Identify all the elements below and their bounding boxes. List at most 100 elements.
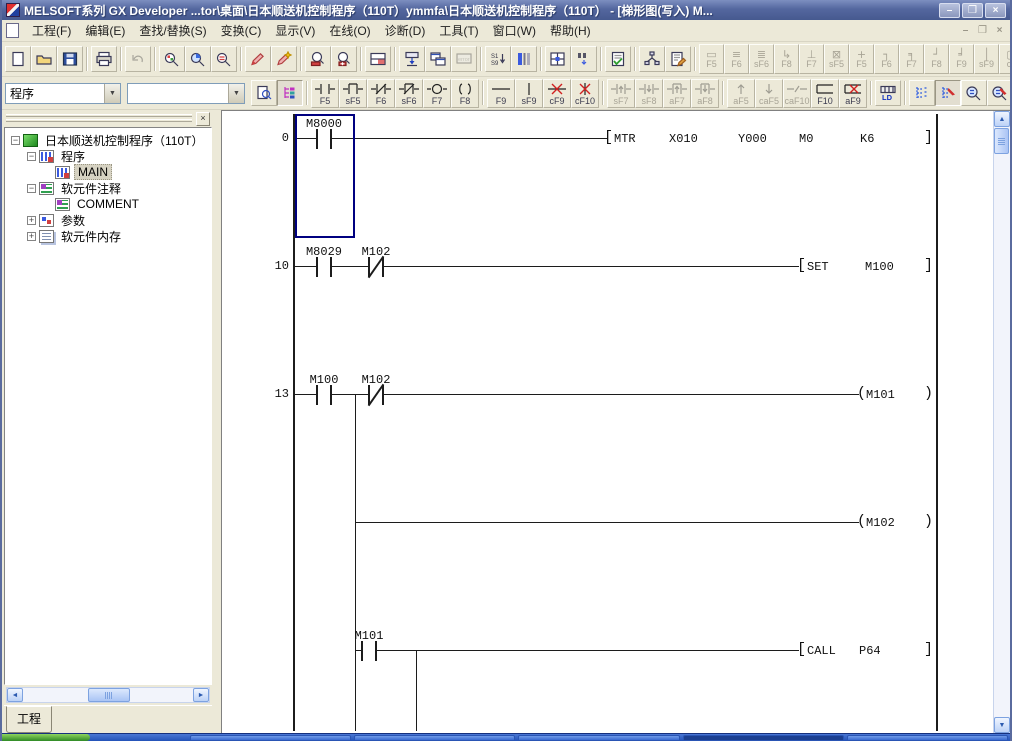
write-to-plc-button[interactable] (399, 46, 425, 72)
ladder-mark-add-button[interactable] (271, 46, 297, 72)
closed-contact-parallel-button[interactable]: sF6 (395, 79, 423, 108)
taskbar-button[interactable] (190, 735, 351, 741)
erase-line-button[interactable]: aF9 (839, 79, 867, 108)
scroll-up-icon[interactable]: ▲ (994, 111, 1010, 127)
tree-item[interactable]: −程序 (5, 148, 211, 164)
panel-splitter[interactable] (214, 110, 221, 733)
application-instruction-button[interactable]: F8 (451, 79, 479, 108)
child-close-button[interactable]: × (991, 25, 1008, 36)
panel-grip[interactable]: × (6, 112, 210, 127)
collapse-icon[interactable]: − (11, 136, 20, 145)
child-minimize-button[interactable]: – (957, 25, 974, 36)
vscroll-thumb[interactable] (994, 128, 1009, 154)
scroll-down-icon[interactable]: ▼ (994, 717, 1010, 733)
monitor-mode-button[interactable] (961, 80, 987, 106)
save-project-button[interactable] (57, 46, 83, 72)
horizontal-line-button[interactable]: F9 (487, 79, 515, 108)
taskbar-button[interactable] (354, 735, 515, 741)
menu-item-5[interactable]: 在线(O) (322, 19, 377, 42)
combo-arrow-icon[interactable]: ▼ (104, 84, 120, 103)
close-button[interactable]: × (985, 3, 1006, 18)
menu-item-6[interactable]: 诊断(D) (378, 19, 433, 42)
taskbar-button-active[interactable] (683, 735, 844, 741)
delete-horizontal-line-button[interactable]: cF9 (543, 79, 571, 108)
collapse-icon[interactable]: − (27, 152, 36, 161)
child-restore-button[interactable]: ❐ (974, 25, 991, 36)
taskbar-button[interactable] (518, 735, 679, 741)
ladder-view[interactable]: 0 M8000 [ MTR X010 Y000 M0 K6 ] 10 M8029… (221, 110, 1010, 733)
contact-M102-nc[interactable] (368, 257, 384, 277)
scroll-right-icon[interactable]: ► (193, 688, 209, 702)
find-instruction-button[interactable] (185, 46, 211, 72)
program-type-combo[interactable]: 程序 ▼ (5, 83, 121, 104)
find-string-button[interactable] (211, 46, 237, 72)
hscroll-thumb[interactable] (88, 688, 130, 702)
tree-item[interactable]: −日本顺送机控制程序（110T） (5, 132, 211, 148)
read-mode-button[interactable] (909, 80, 935, 106)
cascade-windows-button[interactable] (425, 46, 451, 72)
coil-button[interactable]: F7 (423, 79, 451, 108)
expand-icon[interactable]: + (27, 216, 36, 225)
ladder-vscrollbar[interactable]: ▲ ▼ (993, 111, 1010, 733)
menu-item-4[interactable]: 显示(V) (268, 19, 322, 42)
monitor-write-mode-button[interactable] (987, 80, 1010, 106)
open-contact-button[interactable]: F5 (311, 79, 339, 108)
split-window-button[interactable] (365, 46, 391, 72)
menu-item-9[interactable]: 帮助(H) (543, 19, 598, 42)
delete-vertical-line-button[interactable]: cF10 (571, 79, 599, 108)
project-tree-toggle-button[interactable] (277, 80, 303, 106)
contact-M102-nc[interactable] (368, 385, 384, 405)
menu-item-3[interactable]: 变换(C) (214, 19, 269, 42)
open-contact-parallel-button[interactable]: sF5 (339, 79, 367, 108)
write-mode-button[interactable] (935, 80, 961, 106)
tree-item[interactable]: MAIN (5, 164, 211, 180)
menu-item-0[interactable]: 工程(F) (25, 19, 78, 42)
combo-arrow-icon[interactable]: ▼ (228, 84, 244, 103)
open-project-button[interactable] (31, 46, 57, 72)
menu-item-7[interactable]: 工具(T) (432, 19, 485, 42)
closed-contact-button[interactable]: F6 (367, 79, 395, 108)
tree-item[interactable]: −软元件注释 (5, 180, 211, 196)
coil-close: ) (924, 386, 933, 402)
contact-M100[interactable] (316, 385, 332, 405)
contact-M101[interactable] (361, 641, 377, 661)
draw-line-button[interactable]: F10 (811, 79, 839, 108)
taskbar-button[interactable] (847, 735, 1008, 741)
tree-write-icon (939, 85, 957, 101)
zoom-in-button[interactable] (331, 46, 357, 72)
print-button[interactable] (91, 46, 117, 72)
minimize-button[interactable]: – (939, 3, 960, 18)
vertical-line-button[interactable]: sF9 (515, 79, 543, 108)
expand-icon[interactable]: + (27, 232, 36, 241)
menu-item-1[interactable]: 编辑(E) (78, 19, 132, 42)
program-check-button[interactable] (605, 46, 631, 72)
tree-item[interactable]: +软元件内存 (5, 228, 211, 244)
scroll-left-icon[interactable]: ◄ (7, 688, 23, 702)
comment-edit-button[interactable] (665, 46, 691, 72)
ladder-logic-test-button[interactable]: LD (875, 80, 901, 106)
arrow-down-icon (758, 81, 780, 97)
partial-display-button[interactable] (511, 46, 537, 72)
collapse-icon[interactable]: − (27, 184, 36, 193)
contact-M8029[interactable] (316, 257, 332, 277)
line-insert-button[interactable] (571, 46, 597, 72)
macro-tree-button[interactable] (639, 46, 665, 72)
new-project-button[interactable] (5, 46, 31, 72)
step-display-button[interactable]: S1S9 (485, 46, 511, 72)
device-batch-button[interactable] (545, 46, 571, 72)
shortcut-label: F6 (881, 60, 892, 69)
comment-display-button[interactable] (251, 80, 277, 106)
ladder-mark-button[interactable] (245, 46, 271, 72)
zoom-out-button[interactable] (305, 46, 331, 72)
tree-hscrollbar[interactable]: ◄ ► (6, 687, 210, 703)
tree-item[interactable]: COMMENT (5, 196, 211, 212)
tab-project[interactable]: 工程 (6, 706, 52, 733)
tree-item[interactable]: +参数 (5, 212, 211, 228)
restore-button[interactable]: ❐ (962, 3, 983, 18)
menu-item-2[interactable]: 查找/替换(S) (132, 19, 213, 42)
start-button[interactable] (2, 734, 90, 741)
menu-item-8[interactable]: 窗口(W) (486, 19, 543, 42)
device-combo[interactable]: ▼ (127, 83, 245, 104)
find-device-button[interactable] (159, 46, 185, 72)
panel-close-button[interactable]: × (196, 112, 210, 126)
